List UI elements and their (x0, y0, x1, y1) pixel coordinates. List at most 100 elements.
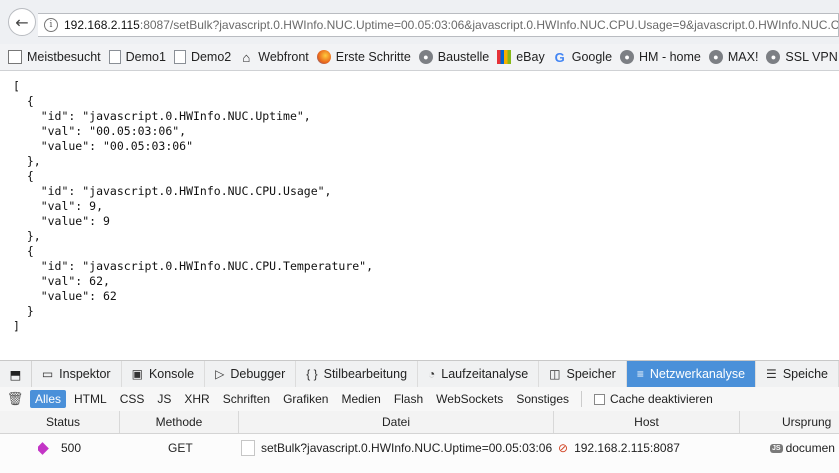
clear-button[interactable]: 🗑 (0, 391, 30, 407)
divider (581, 391, 583, 407)
tab-label: Inspektor (59, 367, 111, 381)
request-method: GET (168, 441, 193, 455)
tab-label: Speicher (566, 367, 616, 381)
bookmark-hm-home[interactable]: ● HM - home (620, 50, 701, 64)
element-picker-button[interactable]: ⬒ (0, 361, 32, 387)
bookmark-label: MAX! (727, 50, 759, 64)
disable-cache-option[interactable]: Cache deaktivieren (594, 392, 713, 406)
filter-sonstiges[interactable]: Sonstiges (511, 390, 574, 408)
devtools-tabbar: ⬒ ▭ Inspektor ▣ Konsole ▷ Debugger { } Stilb… (0, 361, 839, 388)
column-status[interactable]: Status (0, 411, 120, 433)
filter-schriften[interactable]: Schriften (218, 390, 275, 408)
bookmark-label: HM - home (639, 50, 701, 64)
filter-css[interactable]: CSS (115, 390, 150, 408)
bookmark-demo2[interactable]: Demo2 (173, 50, 232, 64)
bookmark-erste-schritte[interactable]: Erste Schritte (316, 50, 411, 64)
bookmark-label: Meistbesucht (27, 50, 101, 64)
server-error-icon (38, 441, 49, 455)
tab-label: Netzwerkanalyse (649, 367, 746, 381)
url-host: 192.168.2.115 (64, 18, 140, 32)
bookmark-label: Baustelle (437, 50, 490, 64)
bookmark-google[interactable]: G Google (553, 49, 613, 65)
tab-label: Debugger (230, 367, 286, 381)
origin-type: documen (785, 441, 835, 455)
bookmarks-icon (8, 50, 22, 64)
tab-laufzeitanalyse[interactable]: ◔ Laufzeitanalyse (418, 361, 540, 387)
tab-konsole[interactable]: ▣ Konsole (122, 361, 206, 387)
bookmark-webfront[interactable]: ⌂ Webfront (239, 49, 308, 65)
navigation-toolbar: ← i 192.168.2.115:8087/setBulk?javascrip… (0, 0, 839, 44)
tab-stilbearbeitung[interactable]: { } Stilbearbeitung (296, 361, 419, 387)
memory-icon: ◫ (549, 367, 561, 381)
filter-xhr[interactable]: XHR (179, 390, 214, 408)
column-host[interactable]: Host (554, 411, 740, 433)
storage-icon: ☰ (766, 367, 777, 381)
tab-label: Speiche (782, 367, 828, 381)
filter-html[interactable]: HTML (69, 390, 112, 408)
filter-websockets[interactable]: WebSockets (431, 390, 508, 408)
bookmark-label: Erste Schritte (335, 50, 411, 64)
bookmark-label: Demo1 (125, 50, 166, 64)
column-origin[interactable]: Ursprung (740, 411, 839, 433)
inspector-icon: ▭ (41, 367, 54, 381)
filter-alles[interactable]: Alles (30, 390, 67, 408)
bookmark-label: eBay (516, 50, 545, 64)
request-status: 500 (38, 435, 118, 461)
tab-inspektor[interactable]: ▭ Inspektor (32, 361, 122, 387)
filter-medien[interactable]: Medien (336, 390, 385, 408)
bookmarks-toolbar: Meistbesucht Demo1 Demo2 ⌂ Webfront Erste… (0, 44, 839, 71)
status-code: 500 (61, 441, 82, 455)
bookmark-meistbesucht[interactable]: Meistbesucht (8, 50, 101, 64)
network-icon: ≡ (636, 367, 644, 381)
tab-label: Laufzeitanalyse (441, 367, 529, 381)
bookmark-ebay[interactable]: eBay (497, 50, 545, 64)
bookmark-baustelle[interactable]: ● Baustelle (418, 50, 490, 64)
column-method[interactable]: Methode (120, 411, 239, 433)
google-icon: G (554, 49, 565, 65)
host-name: 192.168.2.115:8087 (574, 441, 680, 455)
request-host: ⊘ 192.168.2.115:8087 (558, 435, 738, 461)
file-icon (241, 440, 255, 456)
style-editor-icon: { } (306, 367, 318, 381)
disable-cache-checkbox[interactable] (594, 393, 606, 405)
trash-icon: 🗑 (6, 391, 24, 406)
console-icon: ▣ (131, 367, 143, 381)
tab-speicher[interactable]: ◫ Speicher (539, 361, 627, 387)
globe-icon: ● (620, 50, 635, 64)
file-name: setBulk?javascript.0.HWInfo.NUC.Uptime=0… (261, 441, 553, 455)
devtools-panel: ⬒ ▭ Inspektor ▣ Konsole ▷ Debugger { } Stilb… (0, 360, 839, 473)
debugger-icon: ▷ (215, 367, 225, 381)
request-file: setBulk?javascript.0.HWInfo.NUC.Uptime=0… (241, 435, 553, 461)
bookmark-max[interactable]: ● MAX! (708, 50, 759, 64)
tab-speicher-storage[interactable]: ☰ Speiche (756, 361, 839, 387)
tab-netzwerkanalyse[interactable]: ≡ Netzwerkanalyse (626, 361, 757, 387)
info-icon[interactable]: i (44, 18, 58, 32)
column-file[interactable]: Datei (239, 411, 554, 433)
tab-label: Konsole (148, 367, 195, 381)
request-origin: JS documen (770, 435, 839, 461)
element-picker-icon: ⬒ (9, 367, 22, 382)
json-response: [ { "id": "javascript.0.HWInfo.NUC.Uptim… (13, 79, 374, 333)
page-icon (173, 50, 186, 64)
filter-grafiken[interactable]: Grafiken (278, 390, 333, 408)
network-filter-bar: 🗑 Alles HTML CSS JS XHR Schriften Grafik… (0, 387, 839, 412)
home-icon: ⌂ (242, 49, 251, 65)
ebay-icon (497, 50, 512, 64)
tab-debugger[interactable]: ▷ Debugger (205, 361, 297, 387)
filter-js[interactable]: JS (152, 390, 176, 408)
js-icon: JS (770, 443, 783, 453)
globe-icon: ● (418, 50, 433, 64)
bookmark-ssl-vpn[interactable]: ● SSL VPN (766, 50, 838, 64)
address-bar[interactable]: i 192.168.2.115:8087/setBulk?javascript.… (38, 13, 839, 37)
arrow-left-icon: ← (15, 12, 29, 32)
globe-icon: ● (708, 50, 723, 64)
bookmark-demo1[interactable]: Demo1 (108, 50, 166, 64)
bookmark-label: Demo2 (190, 50, 232, 64)
bookmark-label: Google (571, 50, 613, 64)
request-row[interactable]: 500 GET setBulk?javascript.0.HWInfo.NUC.… (0, 435, 839, 461)
insecure-connection-icon: ⊘ (558, 441, 569, 455)
back-button[interactable]: ← (8, 8, 36, 36)
filter-flash[interactable]: Flash (389, 390, 428, 408)
disable-cache-label: Cache deaktivieren (610, 392, 713, 406)
performance-icon: ◔ (428, 367, 436, 381)
